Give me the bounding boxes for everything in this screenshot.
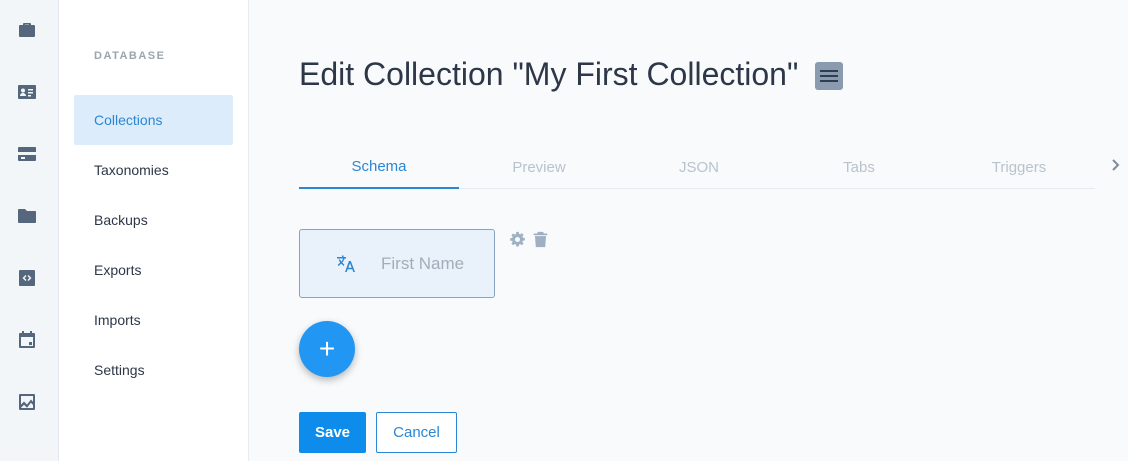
sidebar-item-settings[interactable]: Settings bbox=[74, 345, 233, 395]
briefcase-icon[interactable] bbox=[17, 20, 37, 40]
folder-icon[interactable] bbox=[17, 206, 37, 226]
sidebar: DATABASE Collections Taxonomies Backups … bbox=[59, 0, 249, 461]
calendar-icon[interactable] bbox=[17, 330, 37, 350]
cancel-button[interactable]: Cancel bbox=[376, 412, 457, 453]
field-label: First Name bbox=[381, 254, 465, 273]
sidebar-item-collections[interactable]: Collections bbox=[74, 95, 233, 145]
activity-chart-icon[interactable] bbox=[17, 392, 37, 412]
add-field-button[interactable]: + bbox=[299, 321, 355, 377]
title-row: Edit Collection "My First Collection" bbox=[299, 56, 844, 93]
trash-icon[interactable] bbox=[532, 231, 549, 248]
contact-card-icon[interactable] bbox=[17, 82, 37, 102]
sidebar-item-label: Settings bbox=[94, 362, 145, 378]
hamburger-menu-icon[interactable] bbox=[815, 61, 844, 90]
tab-preview[interactable]: Preview bbox=[459, 146, 619, 188]
icon-rail bbox=[0, 0, 59, 461]
main-content: Edit Collection "My First Collection" Sc… bbox=[249, 0, 1128, 461]
sidebar-item-backups[interactable]: Backups bbox=[74, 195, 233, 245]
sidebar-item-label: Collections bbox=[94, 112, 163, 128]
sidebar-item-exports[interactable]: Exports bbox=[74, 245, 233, 295]
database-icon[interactable] bbox=[17, 144, 37, 164]
gear-icon[interactable] bbox=[509, 231, 526, 248]
translate-icon bbox=[337, 255, 355, 272]
field-actions bbox=[509, 231, 549, 248]
tab-json[interactable]: JSON bbox=[619, 146, 779, 188]
chevron-right-icon[interactable] bbox=[1107, 155, 1123, 175]
save-button[interactable]: Save bbox=[299, 412, 366, 453]
schema-field-card[interactable]: First Name bbox=[299, 229, 495, 298]
tab-bar: Schema Preview JSON Tabs Triggers bbox=[299, 146, 1095, 189]
tab-tabs[interactable]: Tabs bbox=[779, 146, 939, 188]
sidebar-item-imports[interactable]: Imports bbox=[74, 295, 233, 345]
sidebar-item-label: Backups bbox=[94, 212, 148, 228]
sidebar-item-label: Taxonomies bbox=[94, 162, 169, 178]
sidebar-item-label: Imports bbox=[94, 312, 141, 328]
sidebar-item-label: Exports bbox=[94, 262, 142, 278]
page-title: Edit Collection "My First Collection" bbox=[299, 56, 799, 92]
code-file-icon[interactable] bbox=[17, 268, 37, 288]
sidebar-heading: DATABASE bbox=[94, 50, 166, 62]
tab-schema[interactable]: Schema bbox=[299, 146, 459, 189]
sidebar-item-taxonomies[interactable]: Taxonomies bbox=[74, 145, 233, 195]
tab-triggers[interactable]: Triggers bbox=[939, 146, 1099, 188]
